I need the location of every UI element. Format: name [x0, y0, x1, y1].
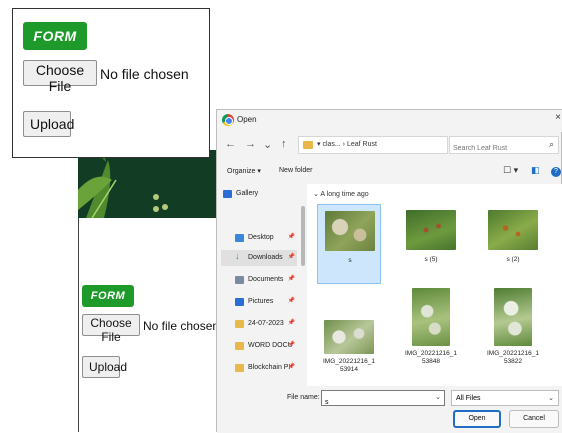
file-type-select[interactable]: All Files ⌄ [451, 390, 559, 406]
pin-icon: 📌 [287, 298, 295, 304]
open-file-dialog: Open × ← → ⌄ ↑ ▾ clas... › Leaf Rust ⌄ ↻… [216, 109, 562, 433]
no-file-text: No file chosen [100, 66, 189, 82]
leaf-thumbnail [325, 211, 375, 251]
file-name: IMG_20221216_1 53914 [322, 358, 376, 373]
upload-button[interactable]: Upload [82, 356, 127, 378]
close-icon[interactable]: × [555, 112, 561, 123]
folder-icon [235, 320, 244, 328]
gallery-icon [223, 190, 232, 198]
file-name: IMG_20221216_1 53848 [404, 350, 458, 365]
folder-icon [235, 364, 244, 372]
file-name: s (5) [424, 256, 438, 263]
file-name-field: ⌄ [321, 390, 445, 410]
leaf-thumbnail [406, 210, 456, 250]
folder-icon [235, 342, 244, 350]
search-input[interactable] [450, 140, 540, 157]
address-bar[interactable]: ▾ clas... › Leaf Rust ⌄ ↻ [298, 136, 517, 154]
sidebar-item-label: WORD DOCU [248, 342, 293, 349]
chevron-down-icon[interactable]: ⌄ [435, 393, 441, 401]
pictures-icon [235, 298, 244, 306]
file-item[interactable]: s [317, 204, 381, 284]
sidebar-item-word-docu[interactable]: WORD DOCU 📌 [221, 338, 297, 354]
upload-button[interactable]: Upload [23, 111, 74, 137]
organize-menu[interactable]: Organize ▾ [227, 167, 261, 175]
pin-icon: 📌 [287, 342, 295, 348]
pin-icon: 📌 [287, 364, 295, 370]
pin-icon: 📌 [287, 254, 295, 260]
leaf-thumbnail [412, 288, 450, 346]
sidebar-item-label: 24-07-2023 [248, 320, 284, 327]
sidebar-item-label: Downloads [248, 254, 283, 261]
file-name: s (2) [506, 256, 520, 263]
file-item[interactable]: s (2) [481, 204, 545, 284]
forward-arrow-icon[interactable]: → [245, 138, 256, 150]
no-file-text: No file chosen [143, 319, 220, 333]
dialog-footer: File name: ⌄ All Files ⌄ Open Cancel [217, 386, 562, 433]
breadcrumb[interactable]: ▾ clas... › Leaf Rust [317, 140, 377, 148]
chrome-icon [222, 114, 234, 126]
file-type-value: All Files [456, 395, 481, 402]
download-icon: ↓ [235, 251, 240, 261]
sidebar-item-label: Documents [248, 276, 284, 283]
leaf-banner-image [78, 150, 218, 218]
up-arrow-icon[interactable]: ↑ [281, 138, 287, 150]
pin-icon: 📌 [287, 234, 295, 240]
dialog-title: Open [237, 115, 257, 124]
sidebar-item-blockchain[interactable]: Blockchain PI 📌 [221, 360, 297, 376]
sidebar-item-label: Gallery [236, 190, 259, 197]
preview-pane-icon[interactable]: ◧ [531, 165, 540, 176]
file-name-input[interactable] [322, 395, 432, 410]
sidebar-item-label: Pictures [248, 298, 274, 305]
pin-icon: 📌 [287, 320, 295, 326]
decor-dot [162, 204, 168, 210]
file-item[interactable]: IMG_20221216_1 53822 [481, 284, 545, 365]
file-item[interactable]: IMG_20221216_1 53848 [399, 284, 463, 365]
form-heading: FORM [82, 285, 134, 307]
search-icon: ⌕ [548, 139, 554, 149]
file-name: s [348, 257, 352, 264]
leaf-thumbnail [494, 288, 532, 346]
sidebar-item-pictures[interactable]: Pictures 📌 [221, 294, 297, 310]
recent-locations-icon[interactable]: ⌄ [263, 138, 272, 151]
desktop-icon [235, 234, 244, 242]
help-icon[interactable]: ? [551, 167, 561, 177]
file-name: IMG_20221216_1 53822 [486, 350, 540, 365]
leaf-thumbnail [488, 210, 538, 250]
form-heading: FORM [23, 22, 87, 50]
leaf-thumbnail [324, 320, 374, 354]
back-arrow-icon[interactable]: ← [225, 138, 236, 150]
navigation-pane: Gallery Desktop 📌 ↓ Downloads 📌 Document… [217, 184, 299, 390]
file-list-area: ⌄ A long time ago s s (5) s (2) IMG_2022… [307, 184, 562, 390]
cancel-button[interactable]: Cancel [509, 410, 559, 428]
decor-dot [153, 206, 159, 212]
file-name-label: File name: [287, 394, 320, 401]
navigation-pane-scrollbar[interactable] [301, 206, 305, 266]
group-header[interactable]: ⌄ A long time ago [313, 190, 369, 198]
sidebar-item-label: Desktop [248, 234, 274, 241]
file-item[interactable]: s (5) [399, 204, 463, 284]
documents-icon [235, 276, 244, 284]
sidebar-item-folder-24-07-2023[interactable]: 24-07-2023 📌 [221, 316, 297, 332]
sidebar-item-downloads[interactable]: ↓ Downloads 📌 [221, 250, 297, 266]
open-button[interactable]: Open [453, 410, 501, 428]
sidebar-item-desktop[interactable]: Desktop 📌 [221, 230, 297, 246]
view-options-icon[interactable]: ☐ ▾ [503, 165, 518, 176]
choose-file-button[interactable]: Choose File [82, 314, 140, 344]
decor-dot [153, 194, 159, 200]
folder-icon [303, 141, 313, 149]
file-item[interactable]: IMG_20221216_1 53914 [317, 294, 381, 374]
dialog-toolbar: Organize ▾ New folder ☐ ▾ ◧ ? [217, 162, 562, 182]
chevron-down-icon: ⌄ [548, 395, 554, 402]
choose-file-button[interactable]: Choose File [23, 60, 97, 94]
new-folder-button[interactable]: New folder [279, 167, 312, 174]
leaf-illustration [78, 150, 117, 218]
dialog-title-bar: Open × [217, 110, 562, 132]
sidebar-item-documents[interactable]: Documents 📌 [221, 272, 297, 288]
sidebar-item-gallery[interactable]: Gallery [221, 186, 297, 202]
sidebar-item-label: Blockchain PI [248, 364, 291, 371]
pin-icon: 📌 [287, 276, 295, 282]
zoomed-form-card: FORM Choose File No file chosen Upload [12, 8, 210, 158]
navigation-bar: ← → ⌄ ↑ ▾ clas... › Leaf Rust ⌄ ↻ ⌕ [217, 132, 562, 158]
search-box: ⌕ [449, 136, 559, 157]
